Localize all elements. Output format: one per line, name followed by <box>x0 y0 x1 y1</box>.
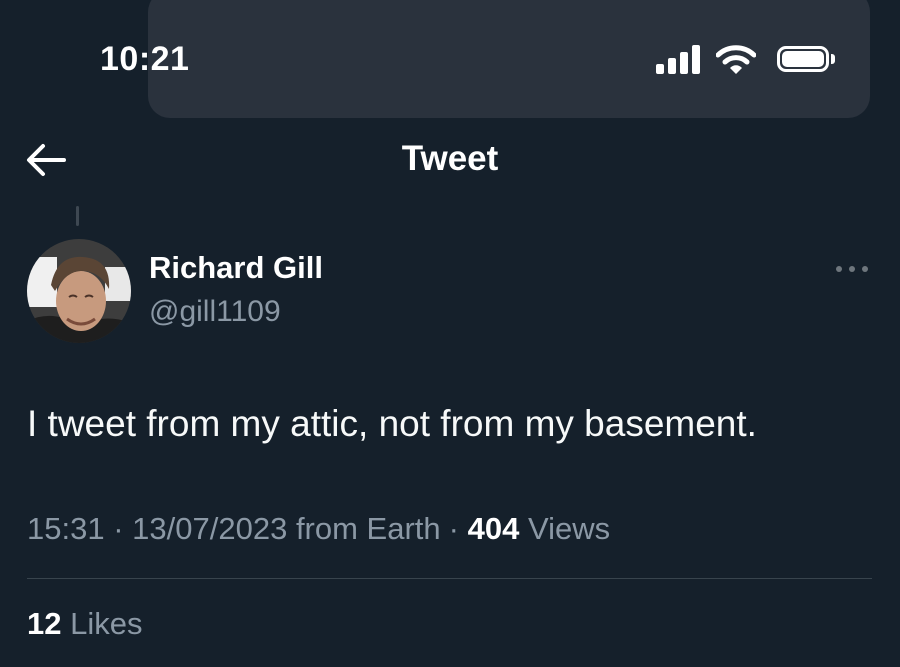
author-display-name[interactable]: Richard Gill <box>149 250 323 286</box>
wifi-icon <box>716 45 756 74</box>
tweet-date[interactable]: 13/07/2023 <box>132 511 287 546</box>
divider <box>27 578 872 579</box>
avatar-photo <box>27 239 131 343</box>
tweet-meta: 15:31 · 13/07/2023 from Earth · 404 Views <box>27 511 610 547</box>
views-label: Views <box>527 511 611 546</box>
avatar[interactable] <box>27 239 131 343</box>
likes-count: 12 <box>27 606 62 641</box>
likes-stat[interactable]: 12 Likes <box>27 606 142 642</box>
page-title: Tweet <box>401 139 499 178</box>
likes-label: Likes <box>70 606 143 641</box>
tweet-source: from Earth <box>295 511 441 546</box>
tweet-text: I tweet from my attic, not from my basem… <box>27 403 757 444</box>
meta-separator: · <box>113 511 124 546</box>
more-options-button[interactable] <box>832 258 872 280</box>
thread-connector-line <box>76 206 79 226</box>
author-handle[interactable]: @gill1109 <box>149 295 281 329</box>
battery-icon <box>777 46 829 72</box>
tweet-time[interactable]: 15:31 <box>27 511 105 546</box>
status-bar-background <box>148 0 870 118</box>
views-count: 404 <box>467 511 520 546</box>
more-options-icon <box>836 266 868 272</box>
meta-separator: · <box>448 511 459 546</box>
status-time: 10:21 <box>100 40 190 78</box>
cellular-signal-icon <box>656 44 704 74</box>
battery-tip <box>831 54 835 64</box>
